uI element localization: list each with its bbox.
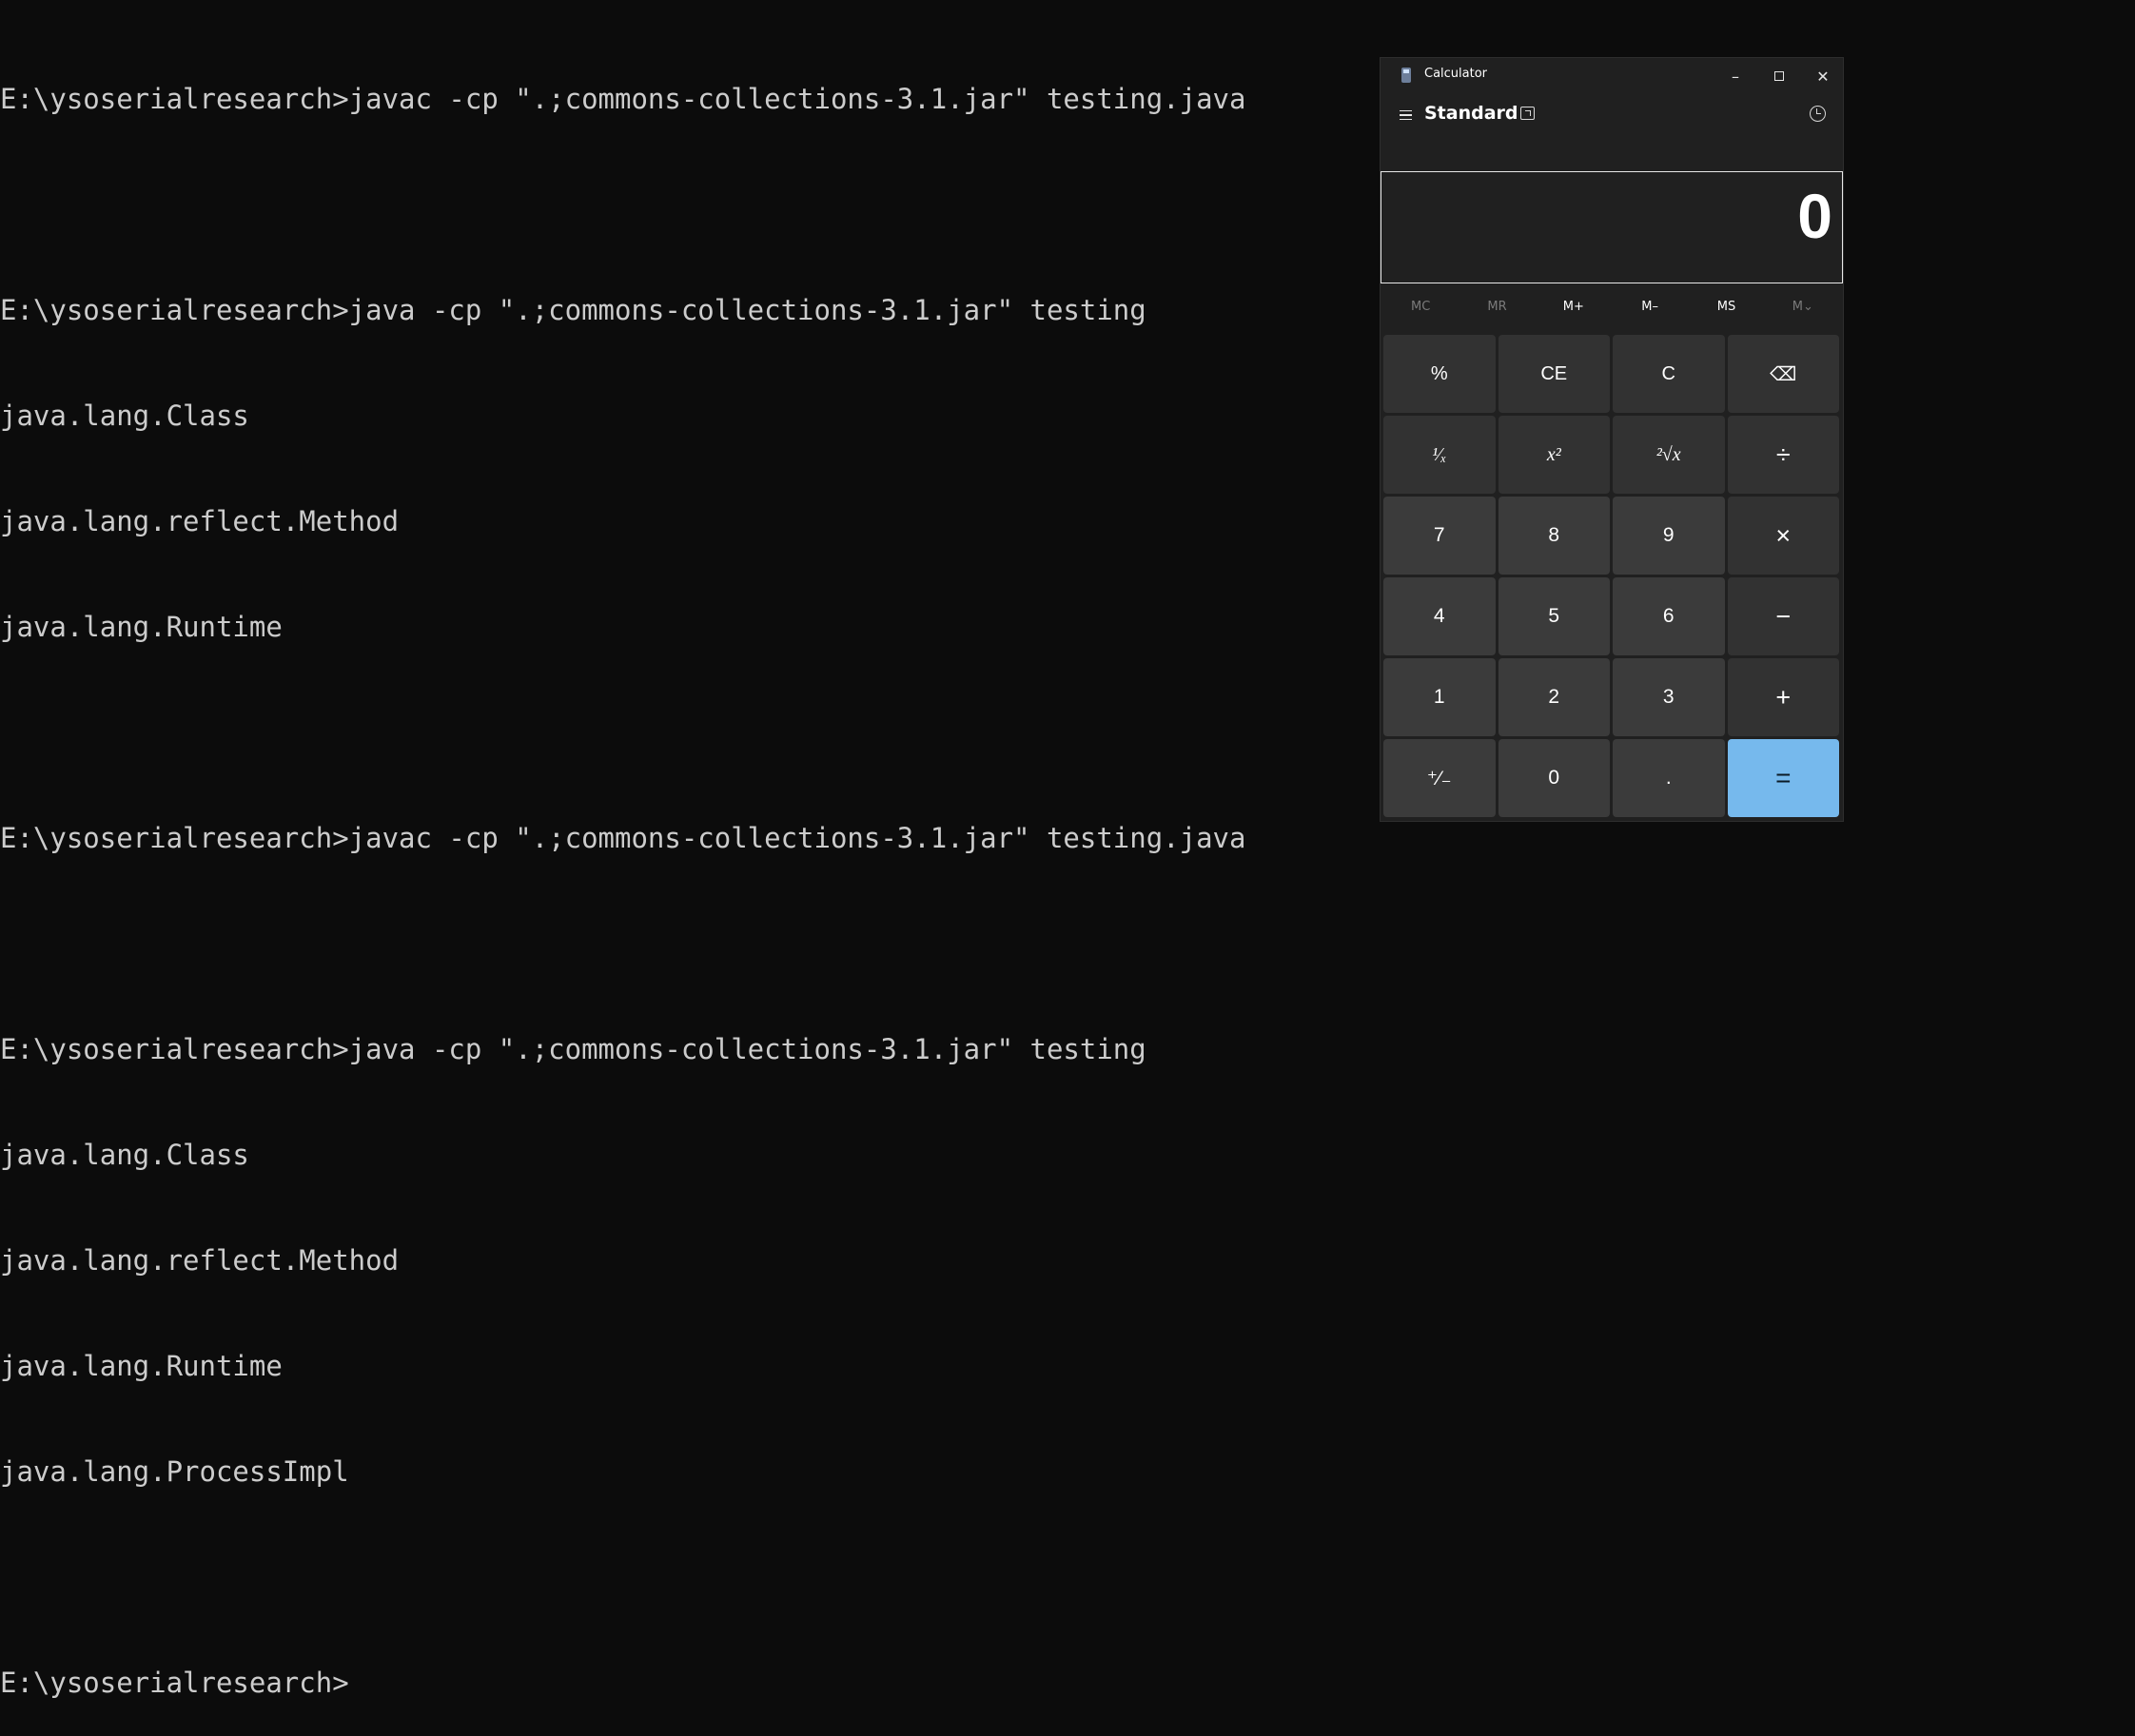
digit-1-button[interactable]: 1: [1383, 658, 1496, 736]
equals-button[interactable]: =: [1727, 739, 1839, 817]
digit-2-button[interactable]: 2: [1498, 658, 1610, 736]
minus-button[interactable]: −: [1727, 577, 1839, 655]
keypad: % CE C ⌫ ¹⁄ₓ x² ²√x ÷ 7 8 9 × 4 5 6 − 1 …: [1383, 335, 1842, 817]
close-icon: ✕: [1816, 67, 1830, 86]
memory-store-button[interactable]: MS: [1688, 293, 1764, 322]
title-bar[interactable]: Calculator – ✕: [1381, 58, 1843, 94]
terminal-line: java.lang.Runtime: [0, 611, 283, 643]
terminal-line: java.lang.Class: [0, 1139, 249, 1171]
digit-0-button[interactable]: 0: [1498, 739, 1610, 817]
multiply-button[interactable]: ×: [1727, 497, 1839, 575]
maximize-icon: [1774, 71, 1784, 81]
digit-5-button[interactable]: 5: [1498, 577, 1610, 655]
terminal-line: java.lang.ProcessImpl: [0, 1455, 349, 1488]
digit-7-button[interactable]: 7: [1383, 497, 1496, 575]
terminal-line: java.lang.reflect.Method: [0, 505, 400, 537]
terminal-line: java.lang.reflect.Method: [0, 1244, 400, 1277]
terminal-line: E:\ysoserialresearch>java -cp ".;commons…: [0, 294, 1146, 326]
percent-button[interactable]: %: [1383, 335, 1496, 413]
hamburger-menu-icon[interactable]: [1394, 104, 1417, 127]
calculator-header: Standard: [1381, 94, 1843, 136]
negate-button[interactable]: ⁺⁄₋: [1383, 739, 1496, 817]
calculator-window: Calculator – ✕ Standard 0 MC MR M+ M– MS…: [1380, 57, 1844, 822]
keep-on-top-icon[interactable]: [1520, 107, 1535, 120]
memory-clear-button[interactable]: MC: [1382, 293, 1459, 322]
memory-add-button[interactable]: M+: [1536, 293, 1612, 322]
reciprocal-button[interactable]: ¹⁄ₓ: [1383, 416, 1496, 494]
clear-entry-button[interactable]: CE: [1498, 335, 1610, 413]
digit-9-button[interactable]: 9: [1613, 497, 1725, 575]
square-button[interactable]: x²: [1498, 416, 1610, 494]
history-icon[interactable]: [1810, 106, 1826, 122]
minimize-icon: –: [1732, 67, 1739, 86]
memory-subtract-button[interactable]: M–: [1612, 293, 1688, 322]
terminal-line: java.lang.Runtime: [0, 1350, 283, 1382]
decimal-button[interactable]: .: [1613, 739, 1725, 817]
digit-8-button[interactable]: 8: [1498, 497, 1610, 575]
digit-6-button[interactable]: 6: [1613, 577, 1725, 655]
memory-row: MC MR M+ M– MS M⌄: [1382, 293, 1841, 322]
calculator-app-icon: [1401, 68, 1411, 83]
divide-button[interactable]: ÷: [1727, 416, 1839, 494]
memory-list-button[interactable]: M⌄: [1765, 293, 1841, 322]
close-button[interactable]: ✕: [1801, 58, 1845, 94]
window-title: Calculator: [1424, 67, 1488, 81]
digit-3-button[interactable]: 3: [1613, 658, 1725, 736]
mode-title: Standard: [1424, 103, 1518, 124]
maximize-button[interactable]: [1757, 58, 1801, 94]
display-value: 0: [1797, 181, 1832, 251]
terminal-line: E:\ysoserialresearch>java -cp ".;commons…: [0, 1033, 1146, 1065]
result-display: 0: [1381, 171, 1843, 283]
terminal-line: E:\ysoserialresearch>javac -cp ".;common…: [0, 822, 1246, 854]
memory-recall-button[interactable]: MR: [1459, 293, 1535, 322]
minimize-button[interactable]: –: [1714, 58, 1757, 94]
clear-button[interactable]: C: [1613, 335, 1725, 413]
terminal-prompt[interactable]: E:\ysoserialresearch>: [0, 1666, 1370, 1701]
terminal-line: java.lang.Class: [0, 400, 249, 432]
terminal-output[interactable]: E:\ysoserialresearch>javac -cp ".;common…: [0, 11, 1370, 1736]
backspace-button[interactable]: ⌫: [1727, 335, 1839, 413]
digit-4-button[interactable]: 4: [1383, 577, 1496, 655]
square-root-button[interactable]: ²√x: [1613, 416, 1725, 494]
plus-button[interactable]: +: [1727, 658, 1839, 736]
terminal-line: E:\ysoserialresearch>javac -cp ".;common…: [0, 83, 1246, 115]
